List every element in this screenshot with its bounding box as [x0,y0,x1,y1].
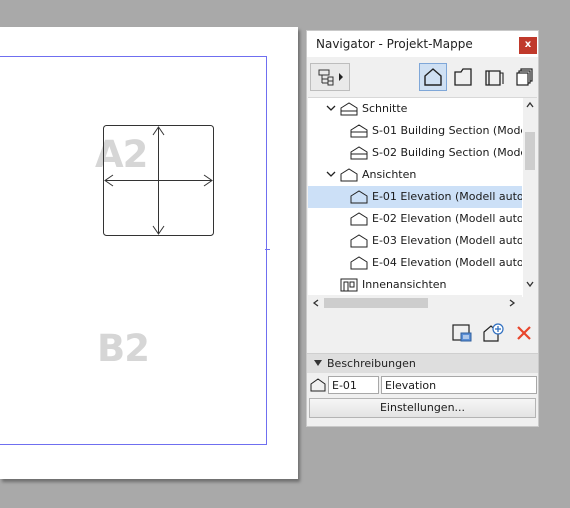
section-view-icon [350,146,368,160]
descriptions-title: Beschreibungen [327,357,416,370]
navigator-tree[interactable]: Schnitte S-01 Building Section (Modell S… [308,97,537,297]
elevation-view-icon [350,256,368,270]
tree-item-innenansichten[interactable]: Innenansichten [308,274,522,296]
tree-item-schnitte[interactable]: Schnitte [308,98,522,120]
tree-item-s-01[interactable]: S-01 Building Section (Modell [308,120,522,142]
navigator-toolbar [307,58,538,96]
tree-item-label: E-03 Elevation (Modell autom [372,234,522,247]
delete-icon[interactable] [513,322,535,344]
elevation-view-icon [350,190,368,204]
tree-item-label: Innenansichten [362,278,447,291]
publisher-sets-icon [516,68,533,86]
elevation-view-icon [350,212,368,226]
move-drag-widget[interactable] [103,125,214,236]
tree-item-e-03[interactable]: E-03 Elevation (Modell autom [308,230,522,252]
tree-item-label: Ansichten [362,168,417,181]
hierarchy-menu-button[interactable] [310,63,350,91]
tree-item-label: Schnitte [362,102,408,115]
interior-elevation-icon [340,278,358,292]
vertical-scroll-thumb[interactable] [525,132,535,170]
elevation-view-icon [350,234,368,248]
scroll-right-icon[interactable] [507,298,517,308]
tree-item-label: E-02 Elevation (Modell autom [372,212,522,225]
tree-item-label: S-02 Building Section (Modell [372,146,522,159]
tree-item-e-02[interactable]: E-02 Elevation (Modell autom [308,208,522,230]
tree-item-ansichten[interactable]: Ansichten [308,164,522,186]
tree-item-e-01[interactable]: E-01 Elevation (Modell autom [308,186,522,208]
elevation-folder-icon [340,168,358,182]
scroll-up-icon[interactable] [525,100,535,110]
tree-item-label: E-04 Elevation (Modell autom [372,256,522,269]
chevron-down-icon[interactable] [326,169,336,179]
collapse-triangle-icon[interactable] [314,360,322,367]
section-view-icon [350,124,368,138]
horizontal-scroll-thumb[interactable] [324,298,428,308]
view-id-field[interactable]: E-01 [328,376,379,394]
vertical-scrollbar[interactable] [523,98,537,297]
navigator-palette: Navigator - Projekt-Mappe x Schnitte S-0… [306,30,539,427]
tree-item-label: E-01 Elevation (Modell autom [372,190,522,203]
project-map-button[interactable] [419,63,447,91]
tree-item-s-02[interactable]: S-02 Building Section (Modell [308,142,522,164]
navigator-actions [307,314,538,350]
elevation-view-icon [310,378,326,392]
sheet-label-b2: B2 [97,327,150,370]
descriptions-row: E-01 Elevation [307,375,538,397]
section-folder-icon [340,102,358,116]
sheet-frame [0,56,267,445]
tree-item-e-04[interactable]: E-04 Elevation (Modell autom [308,252,522,274]
publisher-sets-button[interactable] [511,63,539,91]
descriptions-header[interactable]: Beschreibungen [307,353,538,373]
layout-book-icon [485,70,504,86]
project-map-icon [424,68,442,86]
view-name-field[interactable]: Elevation [381,376,537,394]
scroll-left-icon[interactable] [311,298,321,308]
layout-sheet: A2 B2 [0,27,298,479]
new-view-icon[interactable] [482,322,504,344]
view-map-button[interactable] [449,63,477,91]
tree-item-label: S-01 Building Section (Modell [372,124,522,137]
scroll-down-icon[interactable] [525,279,535,289]
horizontal-scrollbar[interactable] [308,295,522,311]
navigator-title: Navigator - Projekt-Mappe [316,37,473,51]
chevron-down-icon[interactable] [326,103,336,113]
view-settings-icon[interactable] [451,322,473,344]
view-map-icon [454,68,472,86]
close-button[interactable]: x [519,37,537,54]
navigator-titlebar[interactable]: Navigator - Projekt-Mappe x [307,31,538,57]
hierarchy-menu-icon [318,69,343,86]
layout-book-button[interactable] [480,63,508,91]
frame-tick [265,249,270,250]
settings-button[interactable]: Einstellungen... [309,398,536,418]
